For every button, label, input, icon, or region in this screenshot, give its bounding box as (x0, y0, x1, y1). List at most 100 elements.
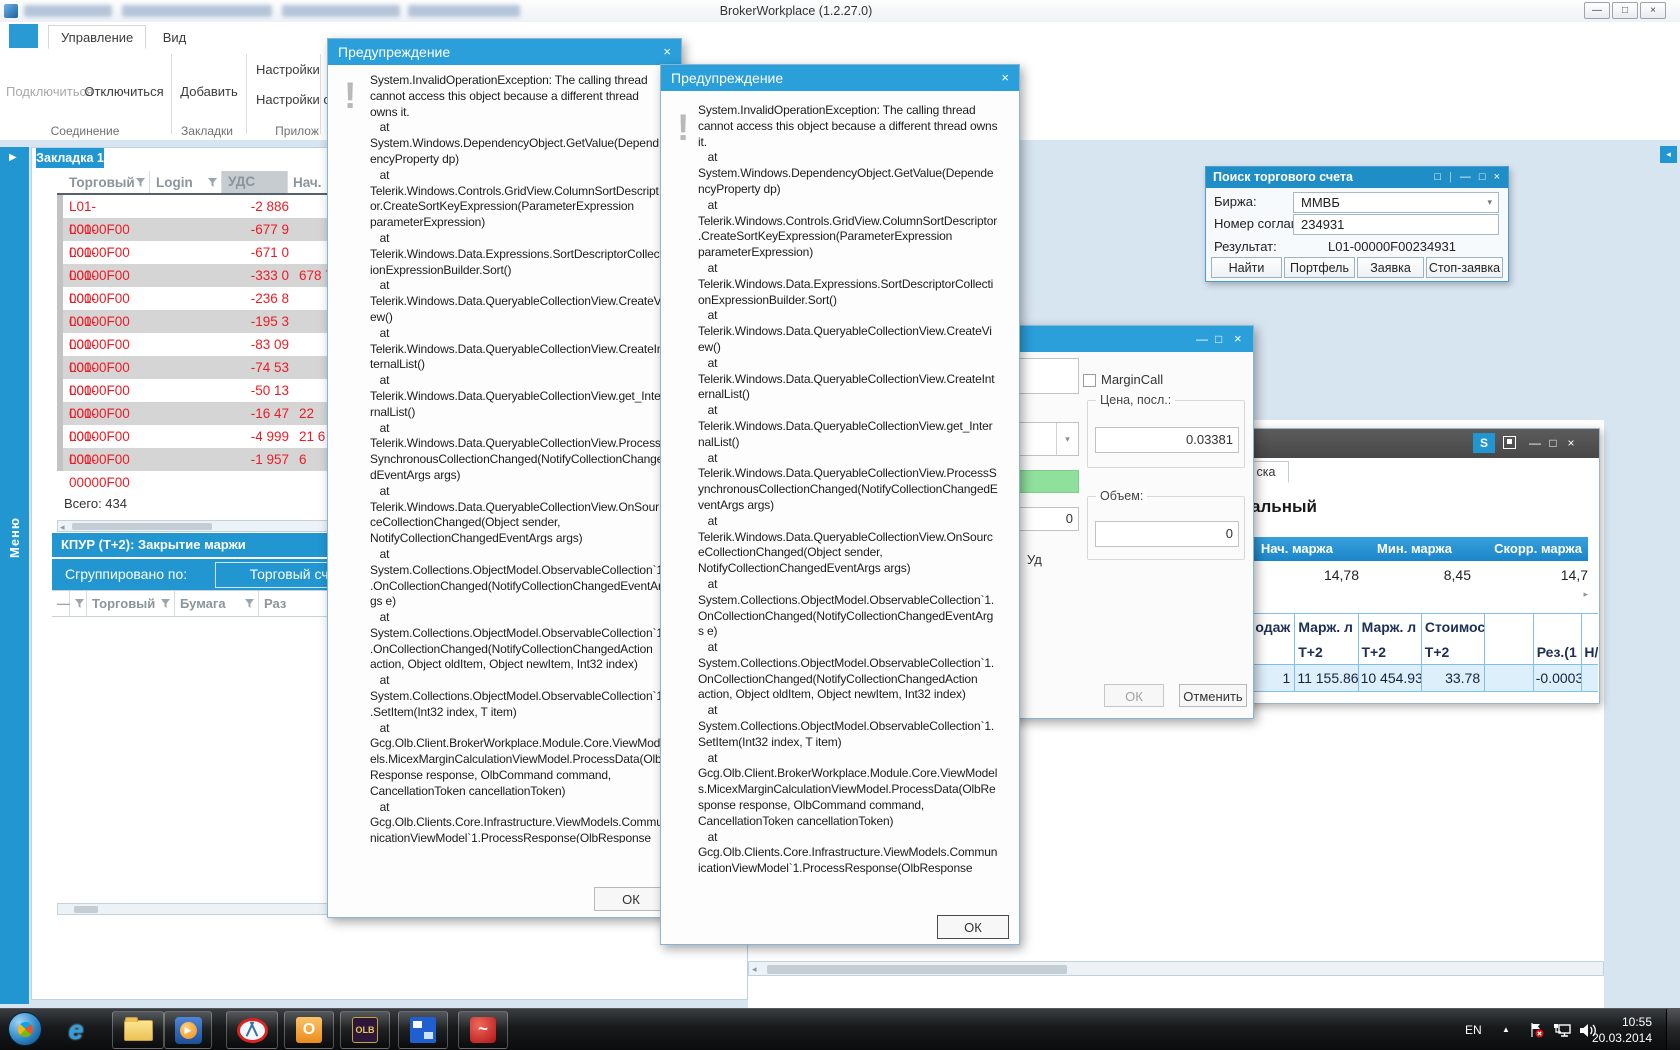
positions-grid: одаж Марж. л Марж. л Стоимос Т+2 Т+2 Т+2… (1198, 613, 1598, 692)
column-subheader[interactable]: Т+2 (1422, 640, 1486, 664)
show-desktop-button[interactable] (1666, 1009, 1680, 1050)
taskbar-olb-button[interactable]: OLB (340, 1011, 390, 1049)
search-maximize-icon[interactable]: □ (1479, 167, 1486, 188)
panel-collapse-button[interactable]: ◂ (1660, 146, 1677, 163)
tab-upravlenie[interactable]: Управление (48, 25, 147, 49)
exchange-select[interactable]: ММВБ ▾ (1293, 192, 1499, 213)
search-dock-icon[interactable]: □ (1434, 167, 1441, 188)
column-header[interactable]: Марж. л (1295, 614, 1359, 640)
taskbar-file-transfer-button[interactable] (398, 1011, 448, 1049)
panel-maximize-icon[interactable]: □ (1545, 433, 1561, 453)
app-menu-button[interactable] (9, 24, 38, 48)
chevron-down-icon[interactable]: ▾ (1056, 423, 1078, 455)
tab-vid[interactable]: Вид (151, 26, 199, 48)
tab-zakladka-1[interactable]: Закладка 1 (36, 148, 104, 168)
menu-expand-icon[interactable]: ▶ (9, 152, 17, 163)
column-header[interactable]: Стоимос (1422, 614, 1486, 640)
action-center-flag-icon[interactable] (1528, 1022, 1544, 1043)
dialog-title: Предупреждение (671, 70, 784, 86)
panel-close-icon[interactable]: × (1563, 433, 1579, 453)
search-minimize-icon[interactable]: — (1460, 167, 1471, 188)
tree-expander-column[interactable]: — (52, 591, 70, 616)
dialog-close-icon[interactable]: × (1234, 326, 1242, 352)
volume-input[interactable]: 0 (1095, 521, 1239, 547)
chevron-down-icon[interactable]: ▾ (1487, 193, 1492, 212)
search-close-icon[interactable]: × (1494, 167, 1500, 188)
language-indicator[interactable]: EN (1465, 1023, 1482, 1037)
window-minimize-button[interactable]: — (1584, 2, 1610, 19)
price-input[interactable]: 0.03381 (1095, 427, 1239, 453)
column-header-torgovy[interactable]: Торговый (87, 591, 175, 616)
window-maximize-button[interactable]: □ (1612, 2, 1638, 19)
column-subheader[interactable]: Рез.(1 L (1534, 640, 1583, 664)
column-header-login[interactable]: Login (150, 171, 222, 193)
column-header[interactable]: Мин. маржа (1361, 537, 1473, 561)
menu-sidebar[interactable]: ▶ Меню (0, 147, 29, 1004)
taskbar-windows-explorer-button[interactable] (112, 1011, 164, 1049)
dock-icon[interactable] (1503, 436, 1516, 449)
column-subheader[interactable]: Т+2 (1295, 640, 1359, 664)
tray-expand-icon[interactable]: ▲ (1502, 1025, 1510, 1034)
portfolio-button[interactable]: Портфель (1284, 257, 1355, 278)
network-icon[interactable] (1553, 1023, 1571, 1043)
clock-time[interactable]: 10:55 (1604, 1015, 1652, 1029)
accounts-horizontal-scrollbar[interactable]: ◂ (57, 520, 330, 532)
ok-button[interactable]: ОК (594, 887, 668, 911)
app-logo-icon[interactable]: S (1473, 433, 1495, 453)
cancel-button[interactable]: Отменить (1179, 684, 1247, 707)
scrollbar-thumb[interactable] (767, 965, 1067, 974)
ok-button[interactable]: ОК (937, 915, 1009, 939)
scrollbar-thumb[interactable] (72, 523, 212, 530)
group-bookmarks-label: Закладки (181, 124, 233, 138)
window-close-button[interactable]: × (1640, 2, 1666, 19)
settings-window-button[interactable]: Настройки ок (256, 92, 336, 107)
expand-arrow-icon[interactable]: ▸ (1198, 589, 1588, 600)
positions-data-row[interactable]: 1 11 155.86 10 454.93 33.78 -0.00031 (1198, 664, 1598, 692)
column-header[interactable] (1582, 614, 1598, 640)
ok-button[interactable]: ОК (1104, 684, 1164, 707)
disconnect-button[interactable]: Отключиться (84, 84, 164, 99)
scroll-left-icon[interactable]: ◂ (60, 521, 65, 533)
clock-date[interactable]: 20.03.2014 (1584, 1031, 1652, 1045)
workspace-horizontal-scrollbar[interactable]: ◂ (748, 961, 1604, 976)
taskbar-internet-explorer-icon[interactable]: e (58, 1014, 94, 1046)
column-header-uds[interactable]: УДС (222, 171, 288, 193)
agreement-input[interactable]: 234931 (1293, 214, 1499, 235)
column-subheader[interactable]: Т+2 (1359, 640, 1422, 664)
column-header[interactable] (1485, 614, 1534, 640)
stop-order-button[interactable]: Стоп-заявка (1426, 257, 1503, 278)
windows-logo-icon (14, 1018, 36, 1040)
filter-funnel-icon[interactable] (70, 591, 87, 616)
column-subheader[interactable] (1485, 640, 1534, 664)
add-bookmark-button[interactable]: Добавить (180, 84, 238, 99)
taskbar-media-player-button[interactable]: ▶ (164, 1011, 212, 1049)
dialog-close-icon[interactable]: × (663, 39, 671, 65)
column-header-torgovy[interactable]: Торговый (63, 171, 150, 193)
warning-icon: ! (677, 107, 690, 148)
cell-value: 33.78 (1422, 665, 1486, 691)
connect-button[interactable]: Подключиться (6, 84, 93, 99)
find-button[interactable]: Найти (1211, 257, 1282, 278)
column-header[interactable]: Марж. л (1359, 614, 1422, 640)
scrollbar-thumb[interactable] (74, 906, 98, 913)
panel-minimize-icon[interactable]: — (1527, 433, 1543, 453)
order-button[interactable]: Заявка (1357, 257, 1424, 278)
taskbar-snipping-tool-button[interactable] (226, 1011, 278, 1049)
column-subheader[interactable]: Н/ (1582, 640, 1598, 664)
margincall-checkbox[interactable] (1083, 374, 1096, 387)
taskbar-dial-app-button[interactable]: ~ (458, 1011, 508, 1049)
taskbar-outlook-button[interactable]: O (284, 1011, 334, 1049)
dialog-minimize-icon[interactable]: — (1196, 326, 1208, 352)
filter-funnel-icon[interactable] (161, 596, 170, 611)
filter-funnel-icon[interactable] (136, 172, 145, 193)
column-header[interactable]: Скорр. маржа (1473, 537, 1588, 561)
filter-funnel-icon[interactable] (208, 172, 217, 193)
column-header-bumaga[interactable]: Бумага (175, 591, 259, 616)
column-header[interactable] (1534, 614, 1583, 640)
start-button[interactable] (8, 1012, 42, 1046)
settings-button[interactable]: Настройки (256, 62, 320, 77)
scroll-left-icon[interactable]: ◂ (752, 963, 757, 975)
dialog-close-icon[interactable]: × (1001, 65, 1009, 91)
filter-funnel-icon[interactable] (245, 596, 254, 611)
dialog-maximize-icon[interactable]: □ (1215, 326, 1222, 352)
